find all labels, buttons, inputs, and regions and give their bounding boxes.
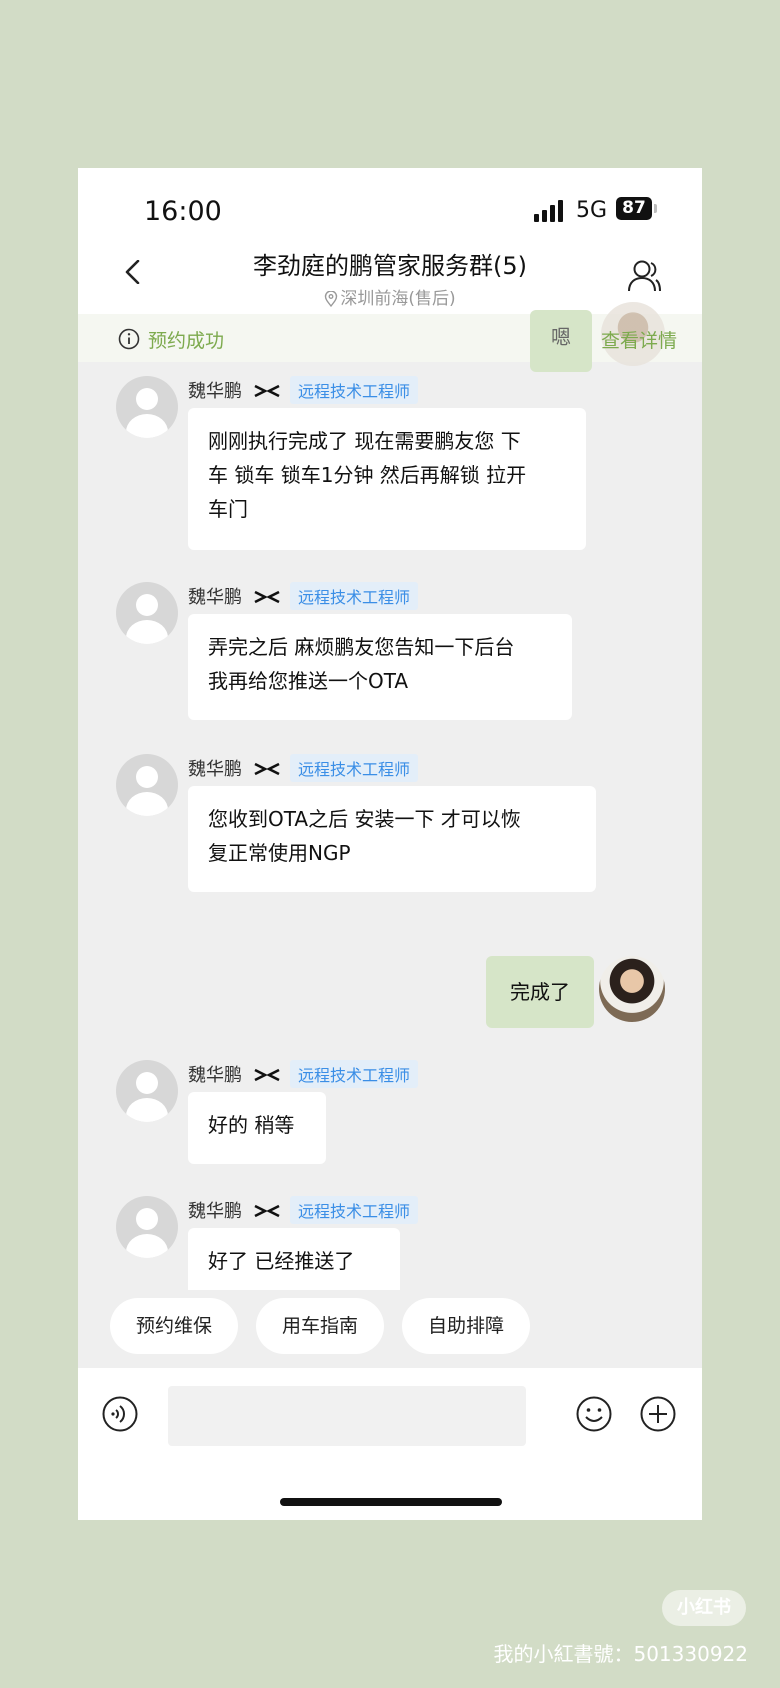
quick-action-guide[interactable]: 用车指南: [256, 1298, 384, 1354]
xpeng-logo-icon: [254, 1204, 280, 1218]
message-line: 刚刚执行完成了 现在需要鹏友您 下: [208, 429, 521, 453]
avatar: [116, 376, 178, 438]
message-bubble: 您收到OTA之后 安装一下 才可以恢 复正常使用NGP: [188, 786, 596, 892]
user-avatar: [599, 956, 665, 1022]
self-message-bubble: 完成了: [486, 956, 594, 1028]
sender-line: 魏华鹏 远程技术工程师: [188, 1196, 419, 1224]
message-line: 复正常使用NGP: [208, 841, 351, 865]
home-indicator: [280, 1498, 502, 1506]
emoji-icon[interactable]: [576, 1396, 612, 1432]
group-members-icon[interactable]: [626, 258, 662, 294]
xpeng-logo-icon: [254, 762, 280, 776]
booking-success-text: 预约成功: [148, 330, 225, 352]
battery-icon: 87: [616, 197, 652, 220]
avatar: [116, 1060, 178, 1122]
message-line: 车门: [208, 497, 248, 521]
status-time: 16:00: [144, 196, 222, 227]
network-label: 5G: [576, 198, 608, 223]
chat-location: 深圳前海(售后): [78, 284, 702, 309]
view-details-link[interactable]: 查看详情: [601, 326, 677, 353]
location-text: 深圳前海(售后): [340, 289, 456, 309]
sender-name: 魏华鹏: [188, 759, 242, 780]
message-line: 车 锁车 锁车1分钟 然后再解锁 拉开: [208, 463, 527, 487]
role-tag: 远程技术工程师: [290, 1196, 419, 1224]
xpeng-logo-icon: [254, 1068, 280, 1082]
quick-action-maintenance[interactable]: 预约维保: [110, 1298, 238, 1354]
role-tag: 远程技术工程师: [290, 582, 419, 610]
sender-name: 魏华鹏: [188, 381, 242, 402]
xiaohongshu-id: 我的小紅書號：501330922: [493, 1642, 748, 1666]
message-line: 您收到OTA之后 安装一下 才可以恢: [208, 807, 521, 831]
quick-action-troubleshoot[interactable]: 自助排障: [402, 1298, 530, 1354]
role-tag: 远程技术工程师: [290, 376, 419, 404]
xiaohongshu-logo: 小红书: [662, 1590, 746, 1626]
info-icon: [118, 328, 140, 350]
avatar: [116, 754, 178, 816]
sender-line: 魏华鹏 远程技术工程师: [188, 582, 419, 610]
input-bar: [78, 1368, 702, 1520]
sender-name: 魏华鹏: [188, 1201, 242, 1222]
sender-line: 魏华鹏 远程技术工程师: [188, 1060, 419, 1088]
xpeng-logo-icon: [254, 384, 280, 398]
overlapping-bubble: 嗯: [530, 310, 592, 372]
role-tag: 远程技术工程师: [290, 754, 419, 782]
sender-name: 魏华鹏: [188, 587, 242, 608]
avatar: [116, 582, 178, 644]
message-line: 好的 稍等: [208, 1113, 295, 1137]
sender-name: 魏华鹏: [188, 1065, 242, 1086]
message-bubble: 刚刚执行完成了 现在需要鹏友您 下 车 锁车 锁车1分钟 然后再解锁 拉开 车门: [188, 408, 586, 550]
notice-bar: 预约成功 嗯 查看详情: [78, 302, 702, 372]
voice-icon[interactable]: [102, 1396, 138, 1432]
message-bubble: 好的 稍等: [188, 1092, 326, 1164]
chat-title: 李劲庭的鹏管家服务群(5): [253, 252, 527, 280]
message-bubble: 弄完之后 麻烦鹏友您告知一下后台 我再给您推送一个OTA: [188, 614, 572, 720]
signal-icon: [534, 200, 566, 222]
avatar: [116, 1196, 178, 1258]
message-line: 弄完之后 麻烦鹏友您告知一下后台: [208, 635, 515, 659]
sender-line: 魏华鹏 远程技术工程师: [188, 754, 419, 782]
message-line: 我再给您推送一个OTA: [208, 669, 409, 693]
message-line: 好了 已经推送了: [208, 1249, 355, 1273]
xpeng-logo-icon: [254, 590, 280, 604]
top-bar: 16:00 5G 87 李劲庭的鹏管家服务群(5) 深圳前海(售后): [78, 168, 702, 314]
phone-screen: 16:00 5G 87 李劲庭的鹏管家服务群(5) 深圳前海(售后) 预约成功 …: [78, 168, 702, 1520]
message-input[interactable]: [168, 1386, 526, 1446]
sender-line: 魏华鹏 远程技术工程师: [188, 376, 419, 404]
location-pin-icon: [325, 290, 338, 308]
plus-icon[interactable]: [640, 1396, 676, 1432]
role-tag: 远程技术工程师: [290, 1060, 419, 1088]
battery-tip: [654, 204, 657, 213]
message-bubble: 好了 已经推送了: [188, 1228, 400, 1290]
